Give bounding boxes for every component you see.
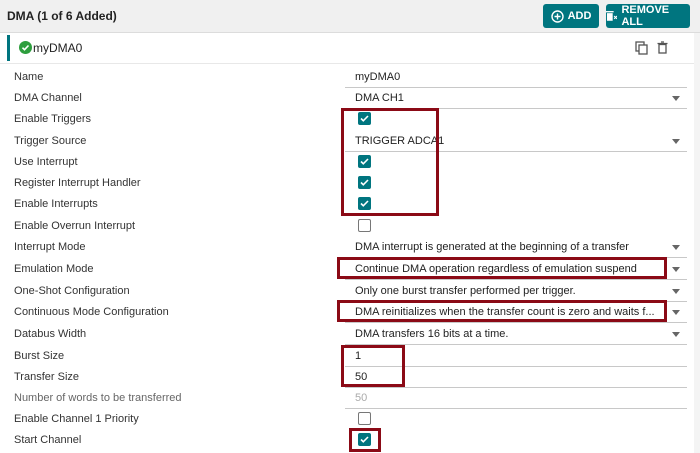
remove-all-button[interactable]: REMOVE ALL	[606, 4, 690, 28]
field-label: DMA Channel	[14, 92, 82, 104]
input-underline	[345, 322, 687, 323]
chevron-down-icon[interactable]	[672, 267, 680, 272]
field-label: Databus Width	[14, 328, 87, 340]
check-circle-icon	[19, 41, 32, 54]
field-label: Continuous Mode Configuration	[14, 306, 169, 318]
field-label: Transfer Size	[14, 371, 80, 383]
field-one-shot-configuration: One-Shot Configuration Only one burst tr…	[0, 281, 694, 302]
field-start-channel: Start Channel	[0, 430, 694, 451]
name-input[interactable]: myDMA0	[355, 71, 400, 83]
databus-width-select[interactable]: DMA transfers 16 bits at a time.	[355, 328, 508, 340]
one-shot-select[interactable]: Only one burst transfer performed per tr…	[355, 285, 576, 297]
field-enable-channel-1-priority: Enable Channel 1 Priority	[0, 409, 694, 430]
highlight-box-continuous-mode	[337, 300, 667, 322]
chevron-down-icon[interactable]	[672, 289, 680, 294]
field-dma-channel: DMA Channel DMA CH1	[0, 88, 694, 109]
chevron-down-icon[interactable]	[672, 96, 680, 101]
field-number-of-words: Number of words to be transferred 50	[0, 388, 694, 409]
number-of-words-readonly: 50	[355, 392, 368, 404]
remove-list-icon	[606, 11, 618, 21]
highlight-box-start-channel	[349, 428, 381, 452]
chevron-down-icon[interactable]	[672, 332, 680, 337]
input-underline	[345, 279, 687, 280]
highlight-box-burst-transfer-size	[341, 345, 405, 387]
module-title: DMA (1 of 6 Added)	[7, 9, 117, 23]
field-label: Register Interrupt Handler	[14, 177, 141, 189]
highlight-box-emulation-mode	[337, 257, 667, 279]
field-enable-overrun-interrupt: Enable Overrun Interrupt	[0, 216, 694, 237]
field-databus-width: Databus Width DMA transfers 16 bits at a…	[0, 324, 694, 345]
trash-icon[interactable]	[657, 41, 668, 54]
copy-icon[interactable]	[635, 41, 648, 55]
field-label: Number of words to be transferred	[14, 392, 182, 404]
add-button-label: ADD	[567, 10, 592, 22]
chevron-down-icon[interactable]	[672, 310, 680, 315]
highlight-box-interrupt-checkboxes	[341, 108, 439, 216]
chevron-down-icon[interactable]	[672, 139, 680, 144]
enable-overrun-interrupt-checkbox[interactable]	[358, 219, 371, 232]
field-label: Name	[14, 71, 44, 83]
enable-channel-priority-checkbox[interactable]	[358, 412, 371, 425]
field-label: Enable Interrupts	[14, 198, 98, 210]
field-label: Use Interrupt	[14, 156, 78, 168]
module-header: DMA (1 of 6 Added) ADD REMOVE ALL	[0, 0, 700, 33]
instance-name: myDMA0	[33, 41, 83, 55]
plus-circle-icon	[550, 9, 564, 23]
field-label: Enable Overrun Interrupt	[14, 220, 136, 232]
instance-accent-bar	[7, 35, 10, 61]
field-label: Enable Channel 1 Priority	[14, 413, 139, 425]
chevron-down-icon[interactable]	[672, 245, 680, 250]
add-button[interactable]: ADD	[543, 4, 599, 28]
field-label: Trigger Source	[14, 135, 87, 147]
field-label: One-Shot Configuration	[14, 285, 130, 297]
instance-row[interactable]: myDMA0	[0, 33, 700, 64]
field-label: Emulation Mode	[14, 263, 94, 275]
remove-all-button-label: REMOVE ALL	[621, 4, 670, 28]
dma-channel-select[interactable]: DMA CH1	[355, 92, 404, 104]
field-name: Name myDMA0	[0, 67, 694, 88]
interrupt-mode-select[interactable]: DMA interrupt is generated at the beginn…	[355, 241, 629, 253]
scrollbar[interactable]	[694, 33, 700, 453]
field-label: Enable Triggers	[14, 113, 92, 125]
field-label: Interrupt Mode	[14, 241, 86, 253]
field-label: Start Channel	[14, 434, 82, 446]
field-label: Burst Size	[14, 350, 65, 362]
field-interrupt-mode: Interrupt Mode DMA interrupt is generate…	[0, 237, 694, 258]
